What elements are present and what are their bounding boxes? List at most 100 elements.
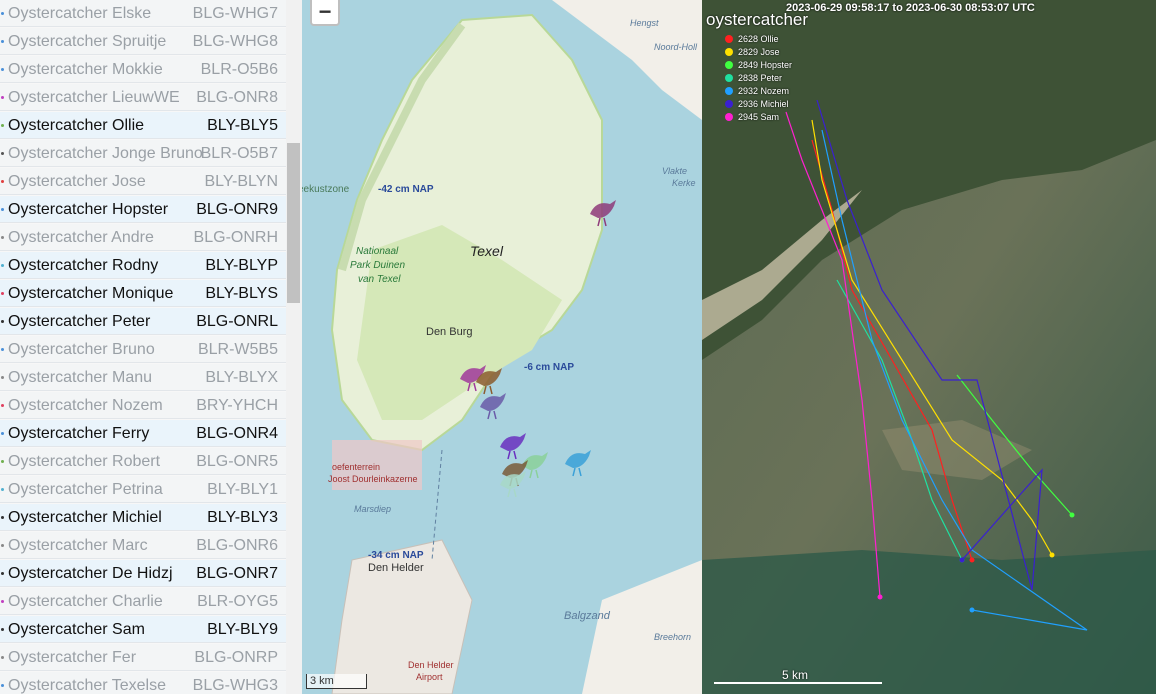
list-item[interactable]: Oystercatcher Andre BLG-ONRH [0, 224, 286, 251]
map-label-breehorn: Breehorn [654, 632, 692, 642]
bird-color-dot [1, 544, 4, 547]
map-view[interactable]: − Hengst Noord-Holl eekustzone -42 cm NA… [302, 0, 702, 694]
mainland-south [582, 560, 702, 694]
bird-name: Oystercatcher Ferry [8, 425, 150, 442]
ring-code: BLG-WHG3 [192, 677, 278, 694]
bird-name: Oystercatcher Spruitje [8, 33, 167, 50]
ring-code: BLR-W5B5 [197, 341, 278, 358]
bird-name: Oystercatcher Charlie [8, 593, 163, 610]
list-item[interactable]: Oystercatcher Marc BLG-ONR6 [0, 532, 286, 559]
ring-code: BLG-ONRP [194, 649, 278, 666]
bird-name: Oystercatcher Fer [8, 649, 137, 666]
ring-code: BLY-BLYX [205, 369, 278, 386]
list-item[interactable]: Oystercatcher Charlie BLR-OYG5 [0, 588, 286, 615]
satellite-title: oystercatcher [706, 10, 809, 29]
map-label-vlakte: Vlakte [662, 166, 688, 176]
list-item[interactable]: Oystercatcher Monique BLY-BLYS [0, 280, 286, 307]
map-label-marsdiep: Marsdiep [354, 504, 392, 514]
ring-code: BLG-ONRH [193, 229, 278, 246]
map-label-den-burg: Den Burg [426, 326, 473, 338]
bird-name: Oystercatcher De Hidzj [8, 565, 173, 582]
legend-label: 2945 Sam [738, 112, 780, 122]
bird-color-dot [1, 292, 4, 295]
list-item[interactable]: Oystercatcher Texelse BLG-WHG3 [0, 672, 286, 694]
list-item[interactable]: Oystercatcher Spruitje BLG-WHG8 [0, 28, 286, 55]
legend-label: 2829 Jose [738, 47, 780, 57]
legend-color-dot [725, 87, 733, 95]
bird-name: Oystercatcher Rodny [8, 257, 159, 274]
bird-color-dot [1, 124, 4, 127]
zoom-out-button[interactable]: − [310, 0, 340, 26]
bird-color-dot [1, 432, 4, 435]
list-item[interactable]: Oystercatcher Ferry BLG-ONR4 [0, 420, 286, 447]
bird-color-dot [1, 152, 4, 155]
list-item[interactable]: Oystercatcher Robert BLG-ONR5 [0, 448, 286, 475]
list-item[interactable]: Oystercatcher Petrina BLY-BLY1 [0, 476, 286, 503]
bird-color-dot [1, 516, 4, 519]
bird-name: Oystercatcher Ollie [8, 117, 145, 134]
bird-name: Oystercatcher Manu [8, 369, 153, 386]
list-item[interactable]: Oystercatcher Peter BLG-ONRL [0, 308, 286, 335]
bird-name: Oystercatcher Monique [8, 285, 174, 302]
legend-label: 2838 Peter [738, 73, 783, 83]
ring-code: BLG-ONR6 [196, 537, 278, 554]
bird-color-dot [1, 684, 4, 687]
list-item[interactable]: Oystercatcher Hopster BLG-ONR9 [0, 196, 286, 223]
bird-color-dot [1, 236, 4, 239]
map-label-kazerne: Joost Dourleinkazerne [328, 474, 418, 484]
list-item[interactable]: Oystercatcher Nozem BRY-YHCH [0, 392, 286, 419]
list-item[interactable]: Oystercatcher De Hidzj BLG-ONR7 [0, 560, 286, 587]
satellite-scale-line [714, 682, 882, 684]
map-background [330, 0, 702, 694]
list-item[interactable]: Oystercatcher Mokkie BLR-O5B6 [0, 56, 286, 83]
gps-track-line [956, 374, 1073, 516]
ring-code: BLG-ONR9 [196, 201, 278, 218]
list-item[interactable]: Oystercatcher Jonge Bruno BLR-O5B7 [0, 140, 286, 167]
ring-code: BLG-ONR8 [196, 89, 278, 106]
bird-name: Oystercatcher Jose [8, 173, 146, 190]
gps-track-endpoint [1049, 552, 1055, 558]
ring-code: BLY-BLY9 [207, 621, 278, 638]
map-label-nap-6: -6 cm NAP [524, 362, 575, 373]
gps-track-endpoint [969, 607, 975, 613]
map-label-airport-line2: Airport [416, 672, 443, 682]
map-label-texel: Texel [470, 243, 503, 259]
list-item[interactable]: Oystercatcher Manu BLY-BLYX [0, 364, 286, 391]
list-item[interactable]: Oystercatcher Bruno BLR-W5B5 [0, 336, 286, 363]
bird-color-dot [1, 40, 4, 43]
bird-name: Oystercatcher Sam [8, 621, 145, 638]
ring-code: BLY-BLY5 [207, 117, 278, 134]
bird-color-dot [1, 460, 4, 463]
list-item[interactable]: Oystercatcher LieuwWE BLG-ONR8 [0, 84, 286, 111]
list-item[interactable]: Oystercatcher Jose BLY-BLYN [0, 168, 286, 195]
list-item[interactable]: Oystercatcher Ollie BLY-BLY5 [0, 112, 286, 139]
list-item[interactable]: Oystercatcher Fer BLG-ONRP [0, 644, 286, 671]
satellite-track-view[interactable]: 2023-06-29 09:58:17 to 2023-06-30 08:53:… [702, 0, 1156, 694]
legend-label: 2932 Nozem [738, 86, 790, 96]
scrollbar-track[interactable] [286, 0, 302, 694]
bird-list-panel[interactable]: Oystercatcher Elske BLG-WHG7 Oystercatcher… [0, 0, 303, 694]
list-item[interactable]: Oystercatcher Elske BLG-WHG7 [0, 0, 286, 27]
bird-color-dot [1, 264, 4, 267]
list-item[interactable]: Oystercatcher Sam BLY-BLY9 [0, 616, 286, 643]
bird-name: Oystercatcher Mokkie [8, 61, 163, 78]
bird-name: Oystercatcher Andre [8, 229, 154, 246]
gps-track-endpoint [969, 557, 975, 563]
list-item[interactable]: Oystercatcher Michiel BLY-BLY3 [0, 504, 286, 531]
gps-track-line [785, 111, 881, 598]
bird-color-dot [1, 320, 4, 323]
bird-name: Oystercatcher Texelse [8, 677, 166, 694]
list-item[interactable]: Oystercatcher Rodny BLY-BLYP [0, 252, 286, 279]
ring-code: BLR-O5B6 [200, 61, 278, 78]
bird-name: Oystercatcher Marc [8, 537, 148, 554]
bird-name: Oystercatcher Michiel [8, 509, 162, 526]
map-label-noord-holland: Noord-Holl [654, 42, 698, 52]
ring-code: BLR-OYG5 [197, 593, 278, 610]
bird-color-dot [1, 656, 4, 659]
scrollbar-thumb[interactable] [287, 143, 300, 303]
bird-name: Oystercatcher LieuwWE [8, 89, 180, 106]
gps-track-endpoint [959, 557, 965, 563]
legend-color-dot [725, 35, 733, 43]
gps-track-line [811, 119, 1053, 556]
bird-color-dot [1, 180, 4, 183]
